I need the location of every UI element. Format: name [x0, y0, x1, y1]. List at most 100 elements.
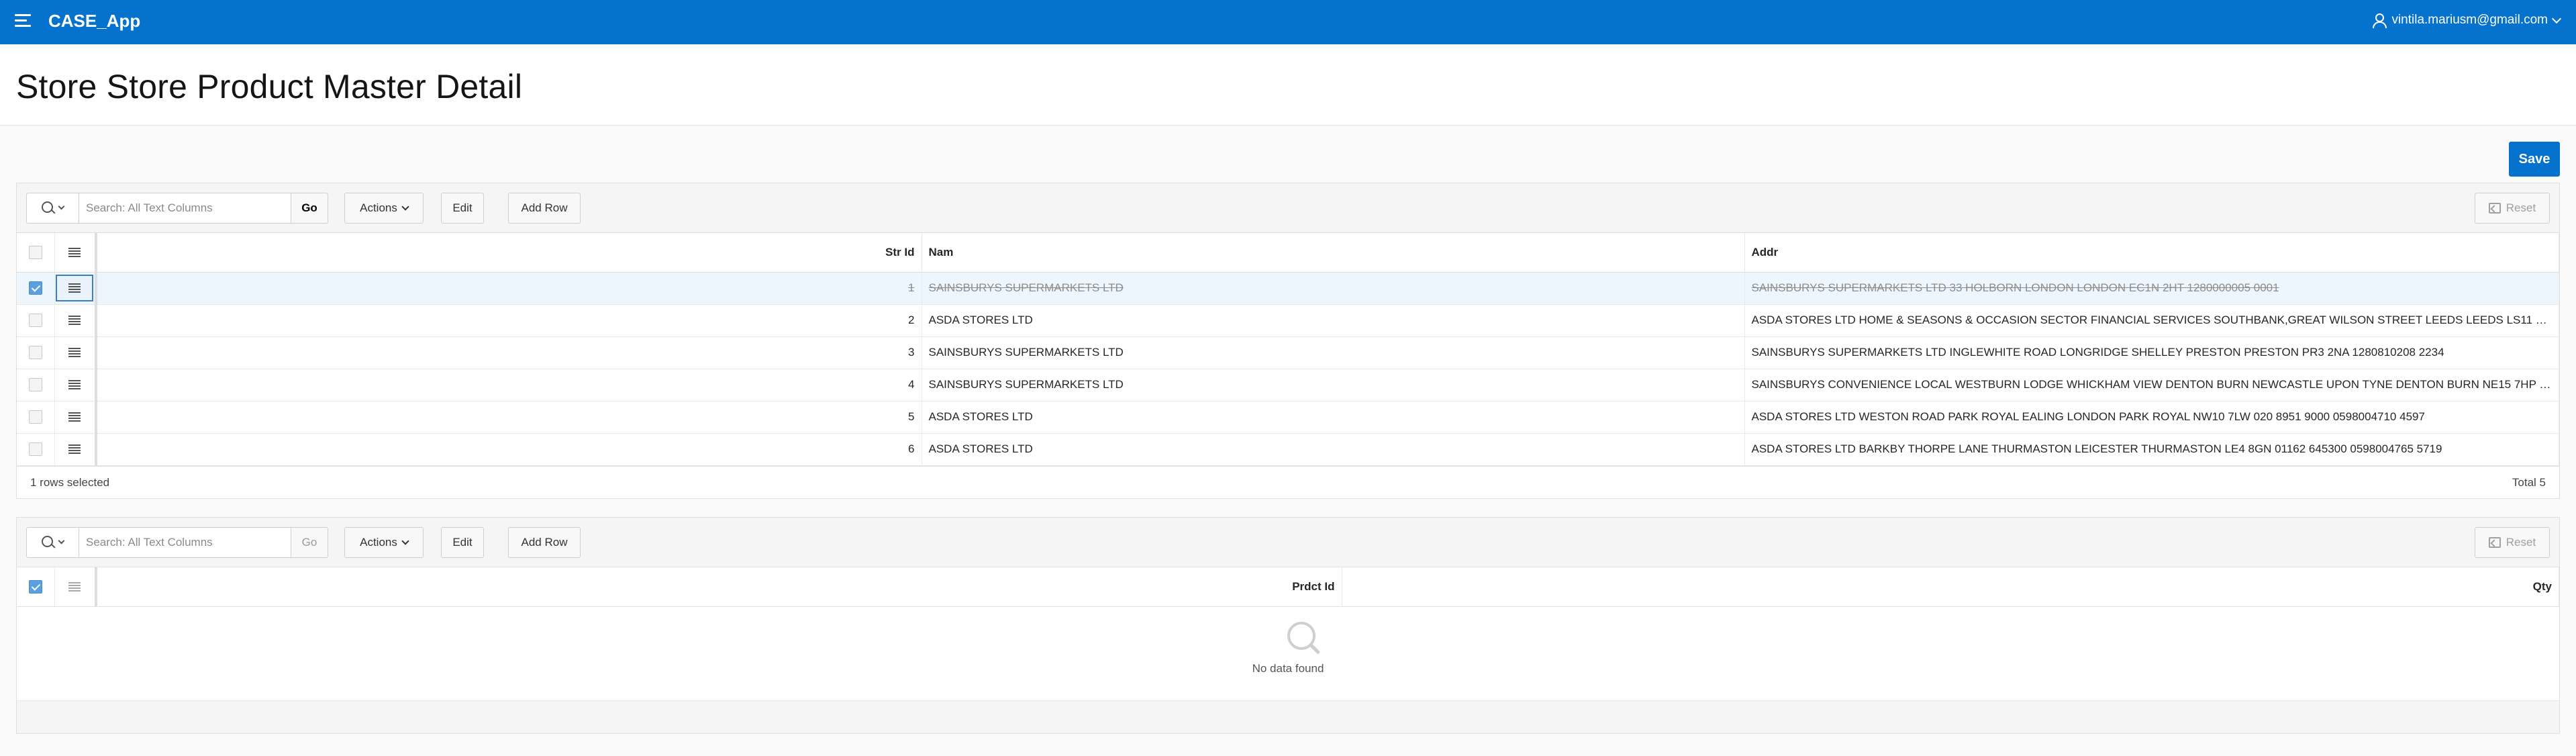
- cell-str-id[interactable]: 4: [96, 369, 922, 401]
- master-actions-menu-button[interactable]: Actions: [344, 193, 424, 224]
- row-select-cell[interactable]: [17, 272, 55, 305]
- master-actions-label: Actions: [360, 201, 397, 214]
- user-menu[interactable]: vintila.mariusm@gmail.com: [2371, 13, 2562, 28]
- row-menu-icon: [68, 348, 81, 357]
- page-title: Store Store Product Master Detail: [16, 68, 523, 105]
- master-interactive-grid: Go Actions Edit Add Row Reset Str Id Nam: [16, 183, 2560, 499]
- table-row[interactable]: 4 SAINSBURYS SUPERMARKETS LTD SAINSBURYS C…: [17, 369, 2559, 401]
- detail-grid-toolbar: Go Actions Edit Add Row Reset: [17, 518, 2559, 567]
- row-select-cell[interactable]: [17, 401, 55, 434]
- select-all-checkbox[interactable]: [28, 580, 42, 594]
- actions-header-cell: [54, 233, 97, 273]
- select-all-cell[interactable]: [17, 233, 55, 273]
- row-checkbox[interactable]: [28, 378, 42, 392]
- cell-addr[interactable]: SAINSBURYS SUPERMARKETS LTD INGLEWHITE R…: [1744, 336, 2559, 369]
- column-header-qty[interactable]: Qty: [1342, 567, 2559, 607]
- row-actions-cell[interactable]: [54, 433, 97, 466]
- row-actions-button[interactable]: [56, 339, 93, 366]
- detail-actions-menu-button[interactable]: Actions: [344, 527, 424, 558]
- table-row[interactable]: 6 ASDA STORES LTD ASDA STORES LTD BARKBY T…: [17, 433, 2559, 466]
- cell-str-id[interactable]: 6: [96, 433, 922, 466]
- select-all-cell[interactable]: [17, 567, 55, 607]
- detail-actions-label: Actions: [360, 536, 397, 549]
- master-search-input[interactable]: [79, 193, 291, 224]
- row-select-cell[interactable]: [17, 304, 55, 337]
- table-row[interactable]: 2 ASDA STORES LTD ASDA STORES LTD HOME & S…: [17, 304, 2559, 337]
- cell-nam[interactable]: ASDA STORES LTD: [922, 433, 1745, 466]
- row-actions-button[interactable]: [56, 307, 93, 334]
- cell-nam[interactable]: SAINSBURYS SUPERMARKETS LTD: [922, 272, 1745, 305]
- row-select-cell[interactable]: [17, 336, 55, 369]
- row-menu-icon: [68, 412, 81, 422]
- row-actions-button[interactable]: [56, 436, 93, 463]
- row-checkbox[interactable]: [28, 314, 42, 328]
- app-title[interactable]: CASE_App: [48, 11, 140, 32]
- cell-addr[interactable]: SAINSBURYS SUPERMARKETS LTD 33 HOLBORN L…: [1744, 272, 2559, 305]
- detail-reset-button[interactable]: Reset: [2475, 527, 2550, 558]
- detail-go-button[interactable]: Go: [291, 527, 328, 558]
- column-header-addr[interactable]: Addr: [1744, 233, 2559, 273]
- master-add-row-button[interactable]: Add Row: [508, 193, 581, 224]
- column-header-nam[interactable]: Nam: [922, 233, 1745, 273]
- row-actions-cell[interactable]: [54, 401, 97, 434]
- no-data-panel: No data found: [17, 607, 2559, 701]
- select-all-checkbox[interactable]: [28, 246, 42, 259]
- row-select-cell[interactable]: [17, 433, 55, 466]
- row-select-cell[interactable]: [17, 369, 55, 401]
- user-email: vintila.mariusm@gmail.com: [2391, 13, 2548, 27]
- master-add-row-label: Add Row: [521, 201, 568, 214]
- column-header-prdct-id[interactable]: Prdct Id: [96, 567, 1342, 607]
- cell-nam[interactable]: SAINSBURYS SUPERMARKETS LTD: [922, 369, 1745, 401]
- table-row[interactable]: 1 SAINSBURYS SUPERMARKETS LTD SAINSBURYS S…: [17, 272, 2559, 305]
- cell-str-id[interactable]: 2: [96, 304, 922, 337]
- cell-nam[interactable]: ASDA STORES LTD: [922, 401, 1745, 434]
- detail-edit-label: Edit: [452, 536, 473, 549]
- row-checkbox[interactable]: [28, 410, 42, 424]
- total-count: Total 5: [2512, 475, 2546, 489]
- cell-str-id[interactable]: 3: [96, 336, 922, 369]
- reset-icon: [2488, 203, 2501, 214]
- menu-icon[interactable]: [15, 14, 32, 30]
- row-actions-button[interactable]: [56, 404, 93, 430]
- master-reset-button[interactable]: Reset: [2475, 193, 2550, 224]
- table-row[interactable]: 3 SAINSBURYS SUPERMARKETS LTD SAINSBURYS S…: [17, 336, 2559, 369]
- column-header-str-id[interactable]: Str Id: [96, 233, 922, 273]
- row-actions-button[interactable]: [56, 275, 93, 301]
- master-go-button[interactable]: Go: [291, 193, 328, 224]
- row-checkbox[interactable]: [28, 281, 42, 295]
- cell-str-id[interactable]: 1: [96, 272, 922, 305]
- detail-interactive-grid: Go Actions Edit Add Row Reset Prdct Id Q…: [16, 517, 2560, 734]
- top-navigation-bar: CASE_App vintila.mariusm@gmail.com: [0, 0, 2576, 44]
- detail-add-row-button[interactable]: Add Row: [508, 527, 581, 558]
- master-search-column-button[interactable]: [26, 193, 79, 224]
- cell-addr[interactable]: SAINSBURYS CONVENIENCE LOCAL WESTBURN LO…: [1744, 369, 2559, 401]
- master-grid-table: Str Id Nam Addr 1 SAINSBURYS SUPERMARKETS…: [17, 233, 2559, 466]
- cell-nam[interactable]: SAINSBURYS SUPERMARKETS LTD: [922, 336, 1745, 369]
- row-actions-cell[interactable]: [54, 272, 97, 305]
- row-checkbox[interactable]: [28, 346, 42, 360]
- detail-search-input[interactable]: [79, 527, 291, 558]
- detail-add-row-label: Add Row: [521, 536, 568, 549]
- save-button[interactable]: Save: [2509, 142, 2560, 177]
- row-menu-icon: [68, 316, 81, 325]
- cell-str-id[interactable]: 5: [96, 401, 922, 434]
- row-actions-button[interactable]: [56, 371, 93, 398]
- cell-addr[interactable]: ASDA STORES LTD HOME & SEASONS & OCCASIO…: [1744, 304, 2559, 337]
- row-checkbox[interactable]: [28, 442, 42, 457]
- table-row[interactable]: 5 ASDA STORES LTD ASDA STORES LTD WESTON R…: [17, 401, 2559, 434]
- row-menu-icon: [68, 582, 81, 592]
- row-menu-icon: [68, 283, 81, 293]
- cell-nam[interactable]: ASDA STORES LTD: [922, 304, 1745, 337]
- chevron-down-icon: [58, 203, 65, 210]
- cell-addr[interactable]: ASDA STORES LTD WESTON ROAD PARK ROYAL E…: [1744, 401, 2559, 434]
- row-actions-cell[interactable]: [54, 369, 97, 401]
- detail-search-column-button[interactable]: [26, 527, 79, 558]
- row-actions-cell[interactable]: [54, 336, 97, 369]
- detail-grid-footer: [17, 700, 2559, 733]
- cell-addr[interactable]: ASDA STORES LTD BARKBY THORPE LANE THURM…: [1744, 433, 2559, 466]
- row-actions-cell[interactable]: [54, 304, 97, 337]
- master-grid-footer: 1 rows selected Total 5: [17, 465, 2559, 498]
- master-edit-button[interactable]: Edit: [441, 193, 484, 224]
- row-menu-icon: [68, 248, 81, 258]
- detail-edit-button[interactable]: Edit: [441, 527, 484, 558]
